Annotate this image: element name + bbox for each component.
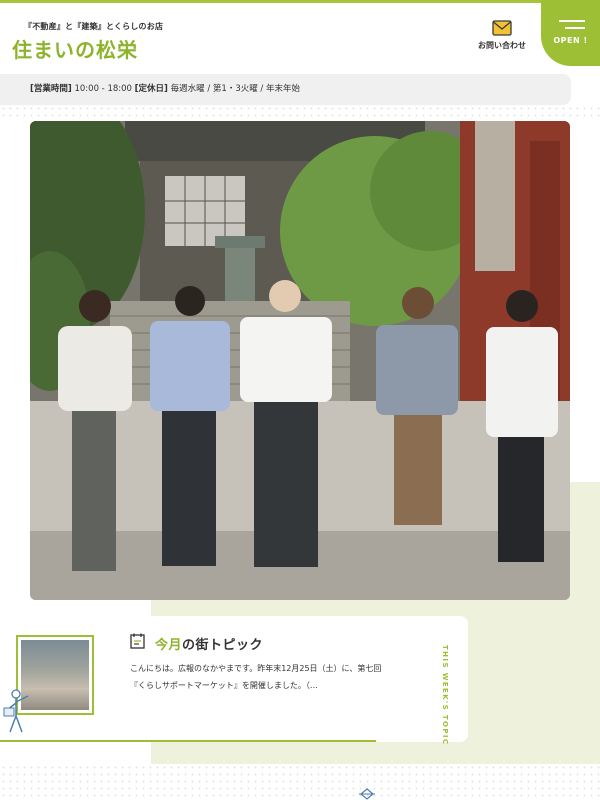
hours-closed-value: 毎週水曜 / 第1・3火曜 / 年末年始 — [167, 84, 300, 94]
topic-card-underline — [0, 740, 376, 742]
menu-open-label: OPEN ! — [553, 36, 588, 45]
guide-figure-icon — [3, 689, 29, 733]
menu-open-button[interactable]: OPEN ! — [541, 0, 600, 66]
clipboard-icon — [130, 633, 145, 649]
site-tagline: 『不動産』と『建築』とくらしのお店 — [24, 22, 164, 31]
topic-title: 今月の街トピック — [155, 634, 263, 653]
topic-title-accent: 今月 — [155, 638, 183, 653]
topic-excerpt[interactable]: こんにちは。広報のなかやまです。昨年末12月25日（土）に、第七回『くらしサポー… — [130, 660, 395, 694]
topic-section-label: THIS WEEK'S TOPIC — [441, 645, 449, 746]
hero-photo — [30, 121, 570, 600]
topic-title-rest: の街トピック — [182, 638, 264, 653]
hours-time-value: 10:00 - 18:00 — [71, 84, 135, 94]
site-logo[interactable]: 住まいの松栄 — [12, 34, 138, 63]
dot-texture-bottom — [0, 764, 600, 800]
hero-photo-illustration — [30, 121, 570, 600]
top-accent-bar — [0, 0, 600, 3]
business-hours-bar: [営業時間] 10:00 - 18:00 [定休日] 毎週水曜 / 第1・3火曜… — [0, 74, 571, 105]
mail-icon — [492, 20, 512, 36]
hamburger-icon-line — [565, 27, 585, 29]
contact-label: お問い合わせ — [478, 41, 526, 50]
dot-texture-top — [0, 105, 600, 121]
hamburger-icon — [559, 20, 585, 22]
contact-button[interactable]: お問い合わせ — [472, 20, 532, 51]
hours-time-label: [営業時間] — [30, 84, 72, 94]
ornament-icon — [359, 788, 375, 800]
hours-closed-label: [定休日] — [134, 84, 168, 94]
